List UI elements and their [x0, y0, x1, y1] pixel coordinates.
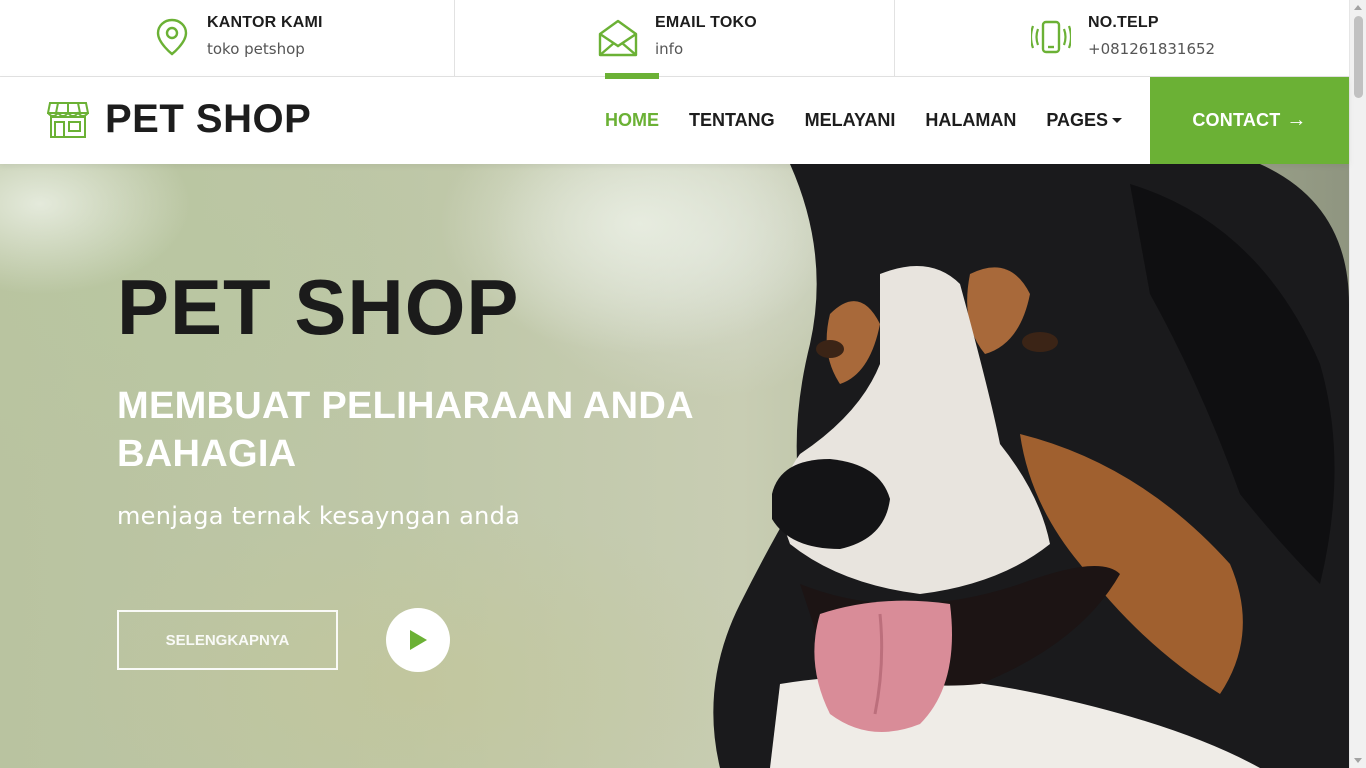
brand-name: PET SHOP — [105, 97, 312, 141]
read-more-label: SELENGKAPNYA — [165, 631, 290, 649]
scroll-up-arrow-icon[interactable] — [1354, 5, 1362, 10]
info-email-value: info — [655, 40, 684, 58]
arrow-right-icon: → — [1286, 109, 1307, 131]
nav-menu: HOME TENTANG MELAYANI HALAMAN PAGES — [590, 73, 1137, 164]
location-pin-icon — [156, 18, 188, 56]
info-email: EMAIL TOKO info — [455, 0, 895, 76]
caret-down-icon — [1112, 118, 1123, 123]
page-scrollbar[interactable] — [1349, 0, 1366, 768]
hero-tagline: menjaga ternak kesayngan anda — [117, 502, 521, 530]
main-navbar: PET SHOP HOME TENTANG MELAYANI HALAMAN P… — [0, 73, 1349, 164]
contact-button[interactable]: CONTACT → — [1150, 77, 1349, 164]
nav-item-label: HALAMAN — [925, 110, 1017, 130]
hero-title: PET SHOP — [117, 263, 520, 351]
info-office-value: toko petshop — [207, 40, 305, 58]
scroll-down-arrow-icon[interactable] — [1354, 758, 1362, 763]
info-email-title: EMAIL TOKO — [655, 14, 757, 31]
nav-item-label: MELAYANI — [804, 110, 896, 130]
brand-logo[interactable]: PET SHOP — [47, 99, 311, 139]
envelope-icon — [598, 19, 638, 57]
top-info-bar: KANTOR KAMI toko petshop EMAIL TOKO info… — [0, 0, 1349, 77]
nav-item-label: HOME — [605, 110, 659, 130]
nav-item-halaman[interactable]: HALAMAN — [910, 77, 1031, 164]
info-phone-title: NO.TELP — [1088, 14, 1159, 31]
nav-item-tentang[interactable]: TENTANG — [674, 77, 790, 164]
nav-item-melayani[interactable]: MELAYANI — [790, 77, 911, 164]
contact-button-label: CONTACT — [1192, 110, 1281, 130]
shop-icon — [47, 102, 89, 138]
info-phone-value: +081261831652 — [1088, 40, 1216, 58]
nav-item-pages-dropdown[interactable]: PAGES — [1031, 77, 1137, 164]
info-office-title: KANTOR KAMI — [207, 14, 323, 31]
hero-section: PET SHOP MEMBUAT PELIHARAAN ANDA BAHAGIA… — [0, 164, 1349, 768]
nav-item-home[interactable]: HOME — [590, 73, 674, 164]
nav-item-label: PAGES — [1046, 110, 1109, 130]
phone-vibrate-icon — [1031, 20, 1071, 54]
info-phone: NO.TELP +081261831652 — [895, 0, 1349, 76]
info-office: KANTOR KAMI toko petshop — [0, 0, 455, 76]
play-video-button[interactable] — [386, 608, 450, 672]
hero-subtitle: MEMBUAT PELIHARAAN ANDA BAHAGIA — [117, 385, 693, 475]
play-icon — [410, 630, 427, 650]
read-more-button[interactable]: SELENGKAPNYA — [117, 610, 338, 670]
scrollbar-thumb[interactable] — [1354, 16, 1363, 98]
nav-item-label: TENTANG — [689, 110, 775, 130]
